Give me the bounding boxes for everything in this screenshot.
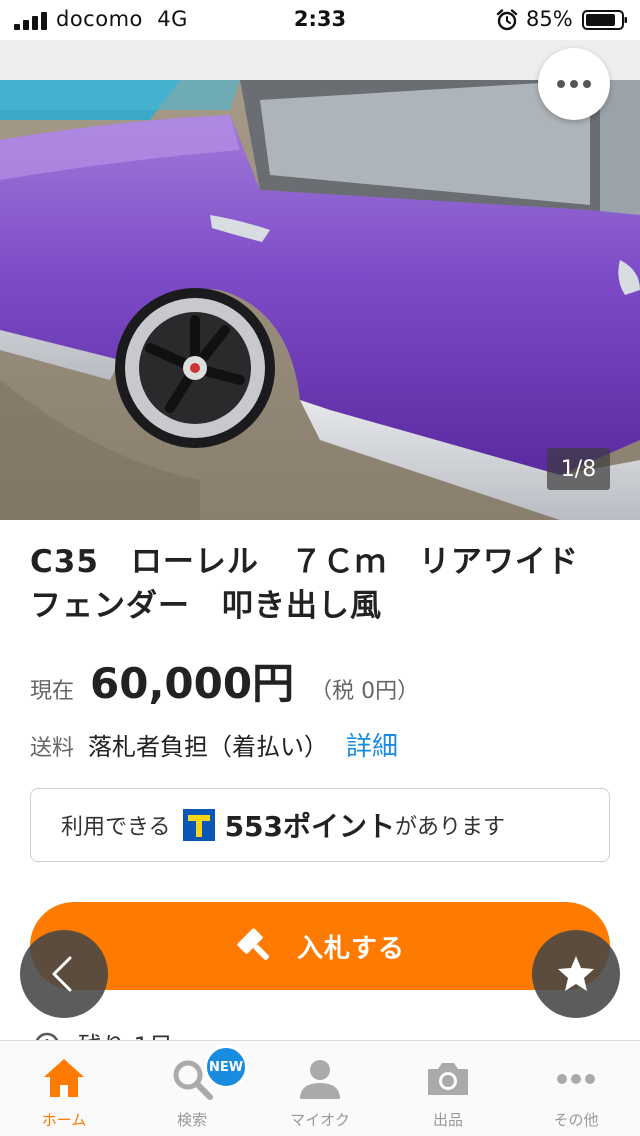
price-label: 現在 [30,679,75,704]
tab-my-auction[interactable]: マイオク [256,1041,384,1136]
battery-icon [582,10,627,30]
item-photo[interactable] [0,80,640,520]
current-price: 60,000円 [90,659,295,708]
status-bar: docomo 4G 2:33 85% [0,0,640,40]
points-banner[interactable]: 利用できる 553ポイント があります [30,788,610,862]
tab-label: マイオク [290,1111,350,1129]
home-icon [44,1059,84,1097]
shipping-label: 送料 [30,736,75,761]
shipping-row: 送料 落札者負担（着払い） 詳細 [30,726,398,763]
price-row: 現在 60,000円 （税 0円） [30,650,420,708]
tab-label: 出品 [432,1111,463,1129]
tab-label: ホーム [41,1111,87,1129]
points-prefix: 利用できる [61,815,171,840]
more-horizontal-icon [557,80,591,88]
photo-counter: 1/8 [547,448,610,490]
photo-gallery[interactable]: 1/8 [0,40,640,520]
tab-bar: ホーム 検索 NEW マイオク 出品 その他 [0,1040,640,1136]
star-icon [558,956,594,991]
shipping-details-link[interactable]: 詳細 [346,726,398,763]
back-button[interactable] [20,930,108,1018]
tab-search[interactable]: 検索 NEW [128,1041,256,1136]
tab-label: 検索 [176,1111,207,1129]
bid-label: 入札する [296,933,405,964]
item-title: C35 ローレル ７Ｃｍ リアワイド フェンダー 叩き出し風 [30,544,611,624]
points-amount: 553ポイント [224,810,396,843]
tab-home[interactable]: ホーム [0,1041,128,1136]
person-icon [300,1060,340,1099]
favorite-button[interactable] [532,930,620,1018]
more-horizontal-icon [557,1074,595,1084]
battery-percent: 85% [526,7,573,31]
tab-label: その他 [553,1111,599,1129]
tab-other[interactable]: その他 [512,1041,640,1136]
chevron-left-icon [52,956,72,992]
more-options-button[interactable] [538,48,610,120]
t-point-icon [182,809,215,841]
camera-icon [428,1063,468,1095]
price-tax: （税 0円） [310,679,420,704]
new-badge: NEW [204,1045,248,1089]
shipping-value: 落札者負担（着払い） [88,733,329,761]
points-suffix: があります [395,815,506,840]
bid-button[interactable]: 入札する [30,902,610,990]
tab-sell[interactable]: 出品 [384,1041,512,1136]
gavel-icon [237,928,270,961]
alarm-clock-icon [496,9,518,31]
